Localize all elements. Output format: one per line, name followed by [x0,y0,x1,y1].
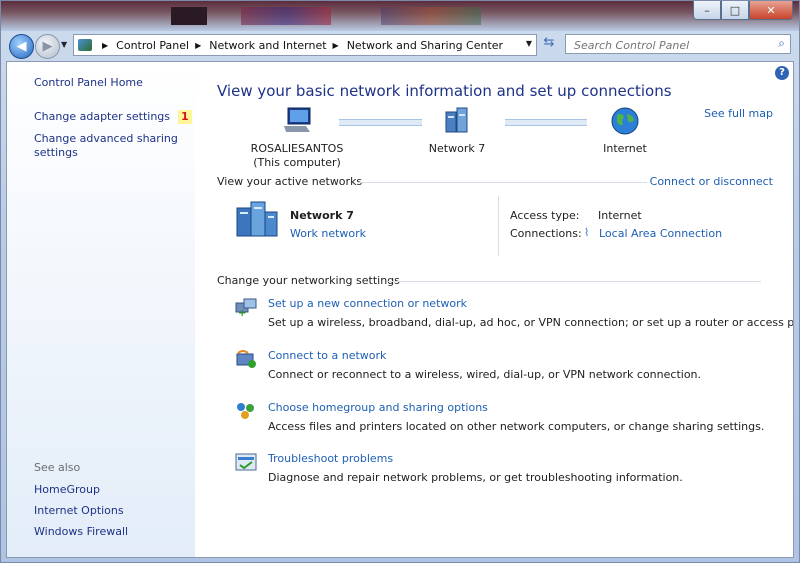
connect-or-disconnect-link[interactable]: Connect or disconnect [650,175,773,188]
see-also-header: See also [34,461,81,474]
breadcrumb-network-sharing-center[interactable]: Network and Sharing Center [347,39,503,52]
control-panel-home-link[interactable]: Control Panel Home [34,76,143,90]
change-adapter-settings-link[interactable]: Change adapter settings [34,110,170,123]
task-description: Access files and printers located on oth… [268,420,765,433]
page-title: View your basic network information and … [217,82,672,100]
network-location-link[interactable]: Work network [290,227,366,240]
connect-to-network-link[interactable]: Connect to a network [268,349,386,362]
ethernet-icon: ⌇ [584,226,590,239]
maximize-button[interactable]: □ [721,1,749,20]
connection-line [339,119,422,126]
title-bar-reflection [381,7,481,25]
set-up-new-connection-link[interactable]: Set up a new connection or network [268,297,467,310]
change-advanced-sharing-line2: settings [34,146,78,159]
active-networks-header: View your active networks [217,175,363,188]
address-bar[interactable]: ▶ Control Panel ▶ Network and Internet ▶… [73,34,537,56]
annotation-badge: 1 [178,110,192,124]
work-network-icon [236,201,278,237]
homegroup-link[interactable]: HomeGroup [34,483,100,497]
windows-firewall-link[interactable]: Windows Firewall [34,525,128,539]
recent-pages-dropdown[interactable]: ▼ [61,40,67,49]
computer-name: ROSALIESANTOS [250,142,344,155]
internet-node[interactable]: Internet [587,142,663,156]
internet-globe-icon [611,107,639,135]
task-description: Set up a wireless, broadband, dial-up, a… [268,316,794,329]
homegroup-sharing-link[interactable]: Choose homegroup and sharing options [268,401,488,414]
homegroup-icon [237,403,254,419]
computer-subtitle: (This computer) [253,156,341,169]
computer-node[interactable]: ROSALIESANTOS (This computer) [235,142,359,170]
troubleshoot-icon [235,453,257,471]
troubleshoot-problems-link[interactable]: Troubleshoot problems [268,452,393,465]
vertical-divider [498,196,499,256]
task-description: Diagnose and repair network problems, or… [268,471,683,484]
access-type-value: Internet [598,209,642,222]
networking-settings-header: Change your networking settings [217,274,400,287]
change-adapter-settings-row: Change adapter settings 1 [34,110,192,124]
breadcrumb-separator[interactable]: ▶ [195,41,201,50]
breadcrumb: ▶ Control Panel ▶ Network and Internet ▶… [96,39,503,52]
refresh-icon[interactable]: ⇆ [539,35,559,53]
minimize-button[interactable]: – [693,1,721,20]
see-full-map-link[interactable]: See full map [704,107,773,120]
new-connection-icon: + [235,298,257,317]
close-button[interactable]: ✕ [749,1,793,20]
back-button[interactable]: ◀ [9,34,34,59]
breadcrumb-separator[interactable]: ▶ [333,41,339,50]
title-bar: – □ ✕ [1,1,799,31]
window: – □ ✕ ◀ ▶ ▼ ▶ Control Panel ▶ Network an… [0,0,800,563]
search-input[interactable] [572,36,766,54]
section-divider [357,182,647,183]
local-area-connection-link[interactable]: Local Area Connection [599,227,722,240]
search-box[interactable]: ⌕ [565,34,791,54]
section-divider [387,281,761,282]
task-description: Connect or reconnect to a wireless, wire… [268,368,702,381]
internet-options-link[interactable]: Internet Options [34,504,124,518]
access-type-label: Access type: [510,209,580,222]
main-panel: ? View your basic network information an… [195,62,793,557]
window-controls: – □ ✕ [693,1,793,21]
svg-text:+: + [238,308,246,317]
title-bar-reflection [241,7,331,25]
title-bar-reflection [171,7,207,25]
change-advanced-sharing-link[interactable]: Change advanced sharing settings [34,132,178,160]
address-dropdown-icon[interactable]: ▼ [526,39,532,48]
network-node[interactable]: Network 7 [417,142,497,156]
control-panel-icon [78,39,92,51]
help-icon[interactable]: ? [775,66,789,80]
navigation-bar: ◀ ▶ ▼ ▶ Control Panel ▶ Network and Inte… [1,31,799,59]
connections-label: Connections: [510,227,582,240]
breadcrumb-control-panel[interactable]: Control Panel [116,39,189,52]
computer-icon [284,107,311,132]
content-area: Control Panel Home Change adapter settin… [6,61,794,558]
connection-line [505,119,587,126]
task-pane: Control Panel Home Change adapter settin… [7,62,195,557]
search-icon[interactable]: ⌕ [778,36,785,51]
change-advanced-sharing-line1: Change advanced sharing [34,132,178,145]
breadcrumb-network-and-internet[interactable]: Network and Internet [209,39,326,52]
breadcrumb-separator[interactable]: ▶ [102,41,108,50]
network-icon [445,107,468,133]
forward-button[interactable]: ▶ [35,34,60,59]
connect-network-icon [236,350,256,368]
active-network-name: Network 7 [290,209,354,222]
